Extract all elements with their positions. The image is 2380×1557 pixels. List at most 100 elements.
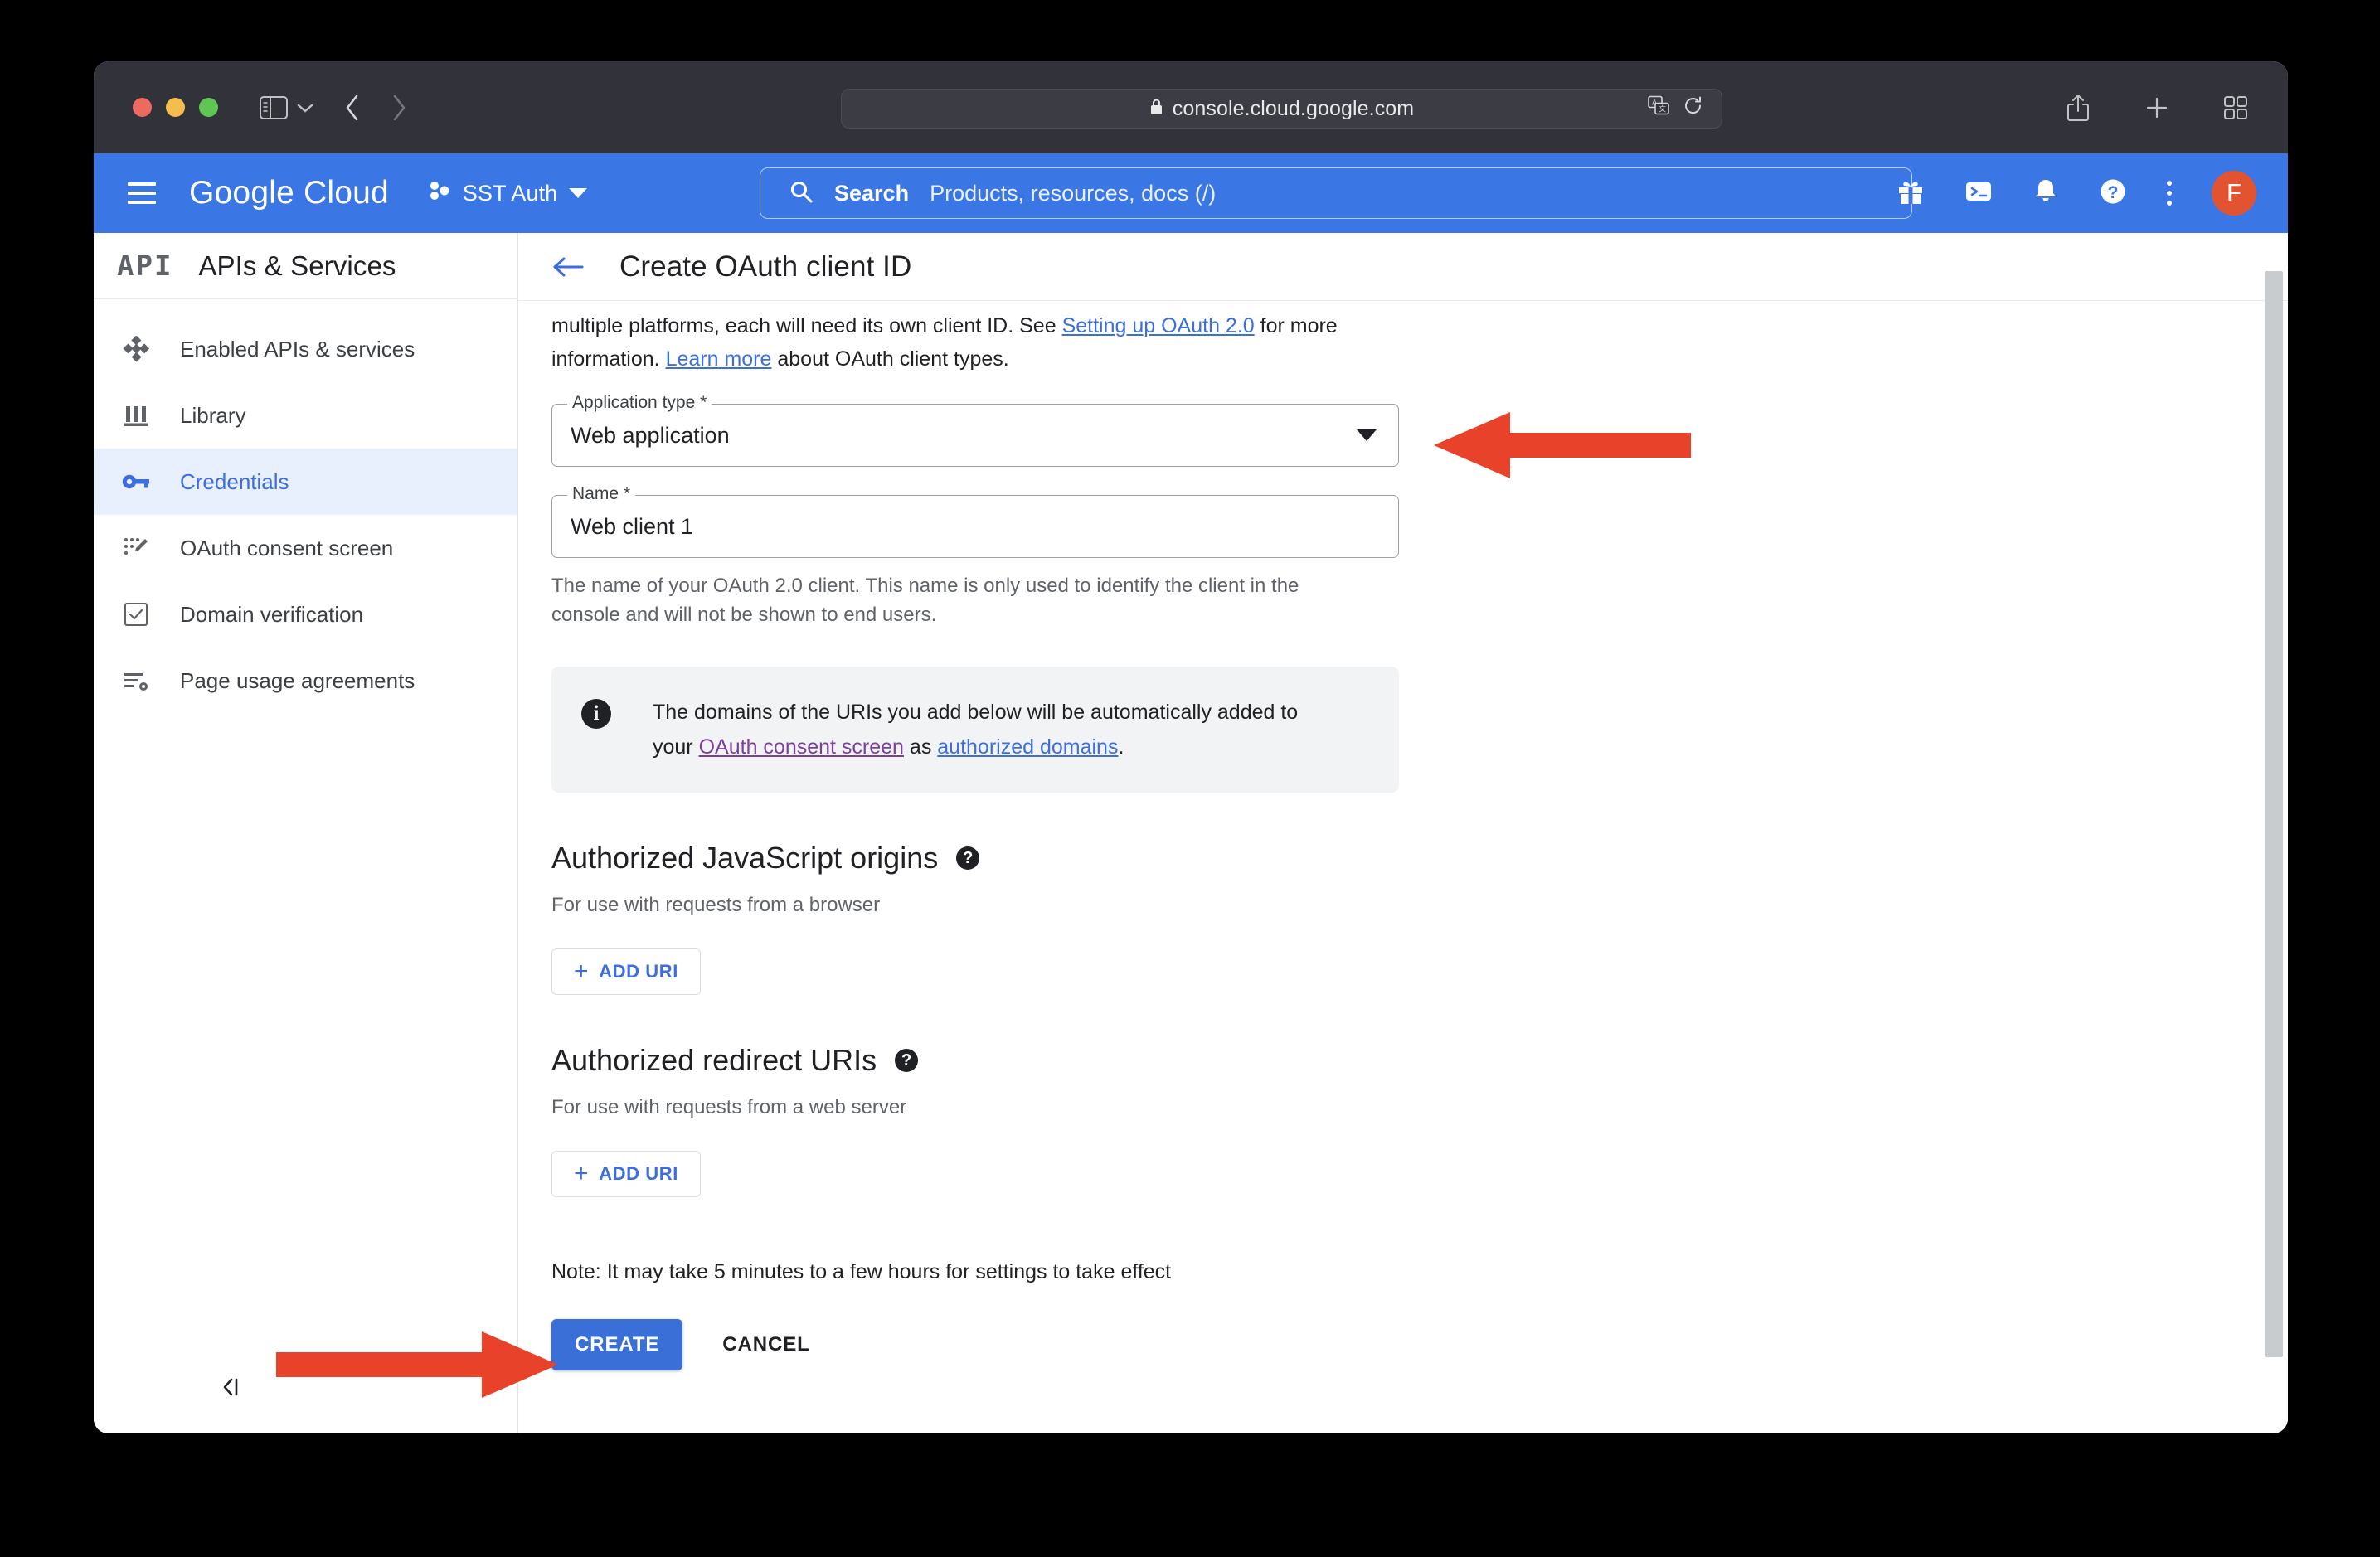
application-type-value: Web application [571,422,730,448]
share-icon[interactable] [2066,94,2091,122]
info-text-3: . [1118,735,1124,759]
more-options-icon[interactable] [2167,181,2172,206]
sidebar-item-label: OAuth consent screen [180,535,394,560]
translate-icon[interactable]: A 文 [1648,95,1669,122]
sidebar-item-enabled-apis[interactable]: Enabled APIs & services [94,316,517,382]
sidebar-title: APIs & Services [198,250,396,281]
name-helper-text: The name of your OAuth 2.0 client. This … [551,575,1299,626]
intro-text-1: multiple platforms, each will need its o… [551,314,1062,337]
section-subtitle: For use with requests from a browser [551,894,881,916]
url-text: console.cloud.google.com [1172,96,1415,120]
sidebar-item-oauth-consent-screen[interactable]: OAuth consent screen [94,515,517,581]
collapse-nav-icon[interactable] [220,1375,245,1399]
section-heading: Authorized redirect URIs ? [551,1043,2288,1078]
search-placeholder: Products, resources, docs (/) [930,180,1217,206]
browser-window: console.cloud.google.com A 文 Google Clou… [94,61,2288,1433]
intro-text-4: about OAuth client types. [771,347,1009,371]
action-buttons: CREATE CANCEL [551,1319,2288,1370]
enabled-apis-icon [119,336,153,362]
svg-text:?: ? [2108,183,2119,202]
application-type-select[interactable]: Application type * Web application [551,393,1399,467]
section-heading: Authorized JavaScript origins ? [551,841,2288,876]
help-icon[interactable]: ? [956,846,980,870]
application-type-label: Application type * [567,393,712,413]
sidebar: API APIs & Services Enabled APIs & servi… [94,233,518,1433]
cancel-button[interactable]: CANCEL [722,1333,809,1356]
chevron-down-icon [569,188,588,198]
info-callout-text: The domains of the URIs you add below wi… [653,695,1333,764]
close-window-button[interactable] [133,98,152,117]
add-uri-button-origins[interactable]: + ADD URI [551,948,701,995]
chevron-down-icon [1357,429,1377,441]
project-selector[interactable]: SST Auth [428,179,588,208]
sidebar-item-domain-verification[interactable]: Domain verification [94,581,517,648]
console-body: API APIs & Services Enabled APIs & servi… [94,233,2288,1433]
project-icon [428,179,451,208]
intro-paragraph: multiple platforms, each will need its o… [551,309,1381,376]
create-button[interactable]: CREATE [551,1319,683,1370]
gift-icon[interactable] [1897,177,1925,210]
browser-toolbar-actions [2066,94,2248,122]
setting-up-oauth-link[interactable]: Setting up OAuth 2.0 [1062,314,1255,337]
intro-text-3: information. [551,347,666,371]
google-cloud-header: Google Cloud SST Auth Search Products, r… [94,153,2288,233]
chevron-down-icon[interactable] [296,102,314,114]
page-header: Create OAuth client ID [518,233,2288,301]
sidebar-items: Enabled APIs & services Library Credenti… [94,299,517,714]
sidebar-item-credentials[interactable]: Credentials [94,449,517,515]
page-title: Create OAuth client ID [619,250,912,283]
cloud-shell-icon[interactable] [1965,177,1993,210]
sidebar-item-label: Domain verification [180,601,364,627]
search-input[interactable]: Search Products, resources, docs (/) [760,167,1912,219]
vertical-scrollbar[interactable] [2265,271,2283,1357]
oauth-consent-screen-link[interactable]: OAuth consent screen [699,735,904,759]
browser-toolbar: console.cloud.google.com A 文 [94,61,2288,153]
browser-forward-button[interactable] [391,94,407,122]
page-usage-icon [119,668,153,693]
google-cloud-logo[interactable]: Google Cloud [189,175,389,211]
add-uri-button-redirect[interactable]: + ADD URI [551,1151,701,1197]
authorized-domains-link[interactable]: authorized domains [937,735,1118,759]
authorized-redirect-uris-section: Authorized redirect URIs ? For use with … [551,1043,2288,1197]
help-icon[interactable]: ? [895,1049,919,1072]
oauth-consent-icon [119,535,153,561]
add-uri-label: ADD URI [599,1163,678,1184]
domain-verification-icon [119,602,153,627]
sidebar-item-label: Page usage agreements [180,667,415,693]
address-bar[interactable]: console.cloud.google.com A 文 [841,89,1722,129]
sidebar-item-label: Library [180,402,246,428]
name-label: Name * [567,484,636,504]
name-value: Web client 1 [571,513,694,539]
minimize-window-button[interactable] [166,98,185,117]
sidebar-item-page-usage-agreements[interactable]: Page usage agreements [94,648,517,714]
back-arrow-icon[interactable] [551,255,585,279]
hamburger-icon[interactable] [128,182,156,204]
sidebar-item-library[interactable]: Library [94,382,517,449]
add-uri-label: ADD URI [599,961,678,982]
sidebar-item-label: Credentials [180,468,289,494]
intro-text-2: for more [1254,314,1338,337]
project-name: SST Auth [462,180,558,206]
section-title: Authorized JavaScript origins [551,841,939,875]
sidebar-toggle-icon[interactable] [260,95,288,119]
browser-back-button[interactable] [344,94,361,122]
name-input[interactable]: Name * Web client 1 [551,484,1399,558]
info-text-2: as [903,735,938,759]
maximize-window-button[interactable] [199,98,218,117]
reload-icon[interactable] [1683,96,1703,122]
new-tab-button[interactable] [2144,95,2169,120]
window-controls [133,98,218,117]
plus-icon: + [574,1160,590,1187]
info-icon: i [581,699,611,729]
search-icon [789,179,814,208]
info-callout: i The domains of the URIs you add below … [551,667,1399,793]
notifications-bell-icon[interactable] [2033,177,2059,210]
learn-more-link[interactable]: Learn more [666,347,772,371]
avatar[interactable]: F [2212,171,2256,216]
help-icon[interactable]: ? [2099,177,2127,210]
tab-overview-icon[interactable] [2223,95,2248,120]
search-label: Search [834,180,910,206]
library-icon [119,402,153,429]
lock-icon [1149,97,1163,120]
section-title: Authorized redirect URIs [551,1043,877,1077]
